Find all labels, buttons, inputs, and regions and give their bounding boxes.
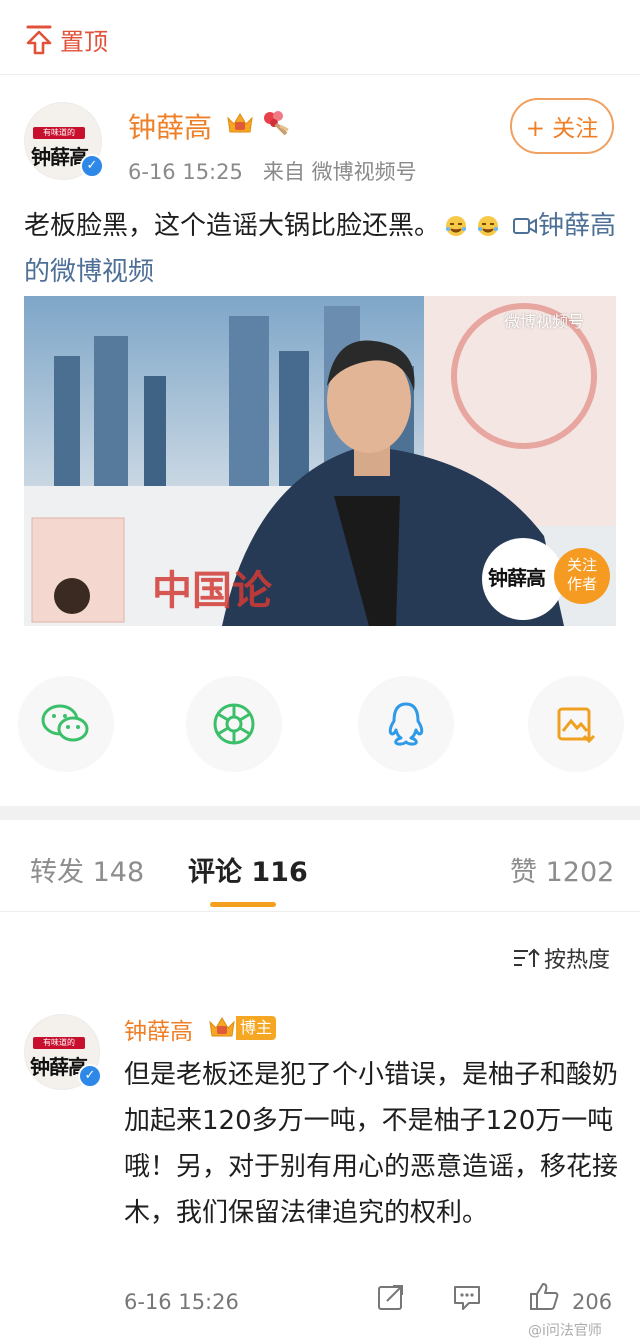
laugh-cry-emoji-icon <box>478 216 499 236</box>
image-watermark: @i问法官师 <box>528 1323 602 1339</box>
share-wechat-button[interactable] <box>18 676 114 772</box>
share-qq-button[interactable] <box>358 676 454 772</box>
post-source[interactable]: 微博视频号 <box>312 160 417 184</box>
pin-to-top-label: 置顶 <box>60 28 108 56</box>
share-row <box>0 676 640 776</box>
flower-medal-icon <box>264 111 289 136</box>
vip-crown-icon <box>227 113 253 133</box>
like-thumb-icon[interactable] <box>528 1280 560 1312</box>
post-text: 老板脸黑，这个造谣大锅比脸还黑。 <box>24 211 441 241</box>
follow-button[interactable]: + 关注 <box>510 98 614 154</box>
qq-icon <box>388 702 424 746</box>
video-player[interactable]: 微博视频号 中国论 钟薛高 关注 作者 <box>24 296 616 626</box>
laugh-cry-emoji-icon <box>446 216 467 236</box>
tab-reposts[interactable]: 转发 148 <box>30 850 144 889</box>
post-header: 有味道的 钟薛高 ✓ 钟薛高 6-16 15:25 来自 微博视频号 + 关注 <box>0 90 640 190</box>
avatar-brand-tagline: 有味道的 <box>33 127 85 139</box>
sort-icon <box>514 948 540 967</box>
comment-time: 6-16 15:26 <box>124 1290 239 1314</box>
commenter-avatar-tagline: 有味道的 <box>33 1037 85 1049</box>
sort-label: 按热度 <box>544 948 611 973</box>
share-moments-button[interactable] <box>186 676 282 772</box>
save-image-icon <box>557 707 596 744</box>
verified-badge-icon: ✓ <box>80 154 104 178</box>
video-watermark: 微博视频号 <box>504 312 585 331</box>
commenter-verified-icon: ✓ <box>78 1064 102 1088</box>
active-tab-indicator <box>210 902 276 907</box>
reply-comment-icon[interactable] <box>452 1282 482 1312</box>
post-body: 老板脸黑，这个造谣大锅比脸还黑。 钟薛高的微博视频 <box>24 203 624 295</box>
commenter-vip-crown-icon <box>209 1017 235 1037</box>
host-badge: 博主 <box>236 1016 276 1040</box>
moments-icon <box>213 703 255 745</box>
follow-author-label-line1: 关注 <box>566 556 597 574</box>
pin-to-top-button[interactable]: 置顶 <box>24 22 108 57</box>
section-divider <box>0 806 640 820</box>
video-camera-icon <box>513 218 538 234</box>
top-bar: 置顶 <box>0 0 640 75</box>
tab-likes[interactable]: 赞 1202 <box>510 850 614 889</box>
wechat-icon <box>41 704 89 742</box>
tab-comments[interactable]: 评论 116 <box>188 850 308 889</box>
comment-author[interactable]: 钟薛高 <box>124 1012 193 1046</box>
video-author-brand: 钟薛高 <box>488 566 546 590</box>
save-image-button[interactable] <box>528 676 624 772</box>
pin-to-top-icon <box>26 25 52 54</box>
post-time: 6-16 15:25 <box>128 160 243 184</box>
follow-author-label-line2: 作者 <box>566 575 597 593</box>
author-name[interactable]: 钟薛高 <box>128 106 212 146</box>
post-source-prefix: 来自 <box>262 160 305 184</box>
interaction-tabs: 转发 148 评论 116 赞 1202 <box>0 820 640 912</box>
comment-text: 但是老板还是犯了个小错误，是柚子和酸奶加起来120多万一吨，不是柚子120万一吨… <box>124 1060 619 1228</box>
sort-by-hot-button[interactable]: 按热度 <box>512 942 610 974</box>
repost-comment-icon[interactable] <box>376 1282 406 1312</box>
post-meta: 6-16 15:25 来自 微博视频号 <box>128 156 417 186</box>
video-backdrop-text: 中国论 <box>152 567 272 614</box>
like-count: 206 <box>572 1290 613 1314</box>
follow-author-button[interactable]: 关注 作者 <box>554 548 610 604</box>
